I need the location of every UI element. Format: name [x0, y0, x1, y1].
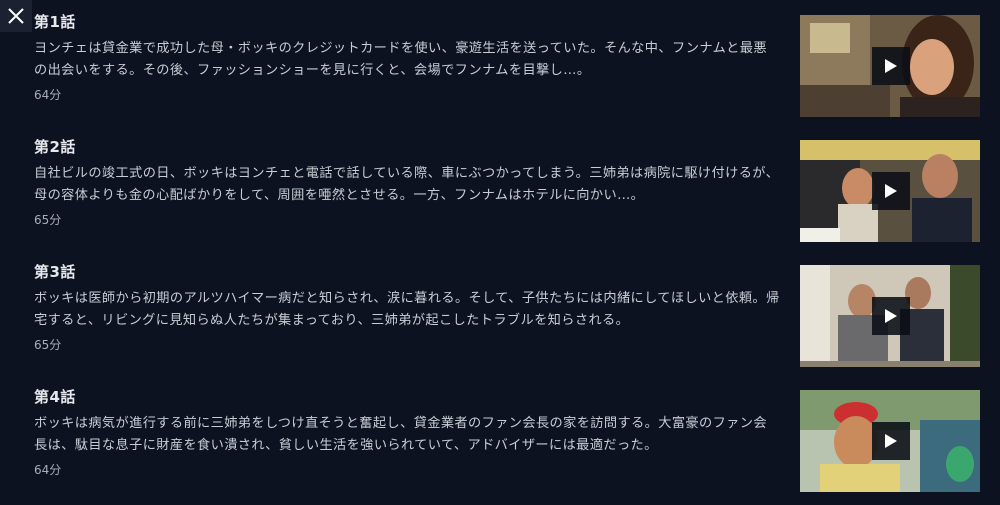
episode-item-2[interactable]: 第2話 自社ビルの竣工式の日、ボッキはヨンチェと電話で話している際、車にぶつかっ…: [0, 125, 1000, 250]
episode-item-3[interactable]: 第3話 ボッキは医師から初期のアルツハイマー病だと知らされ、涙に暮れる。そして、…: [0, 250, 1000, 375]
episode-title: 第3話: [34, 263, 76, 281]
episode-thumbnail-4[interactable]: [800, 390, 980, 492]
play-icon: [885, 59, 897, 73]
play-button[interactable]: [872, 172, 910, 210]
episode-thumbnail-1[interactable]: [800, 15, 980, 117]
play-button[interactable]: [872, 422, 910, 460]
episode-item-1[interactable]: 第1話 ヨンチェは貸金業で成功した母・ボッキのクレジットカードを使い、豪遊生活を…: [0, 0, 1000, 125]
play-icon: [885, 434, 897, 448]
episode-title: 第4話: [34, 388, 76, 406]
episode-thumbnail-3[interactable]: [800, 265, 980, 367]
play-icon: [885, 309, 897, 323]
close-button[interactable]: [0, 0, 32, 32]
episode-description: 自社ビルの竣工式の日、ボッキはヨンチェと電話で話している際、車にぶつかってしまう…: [34, 166, 780, 203]
episode-description: ヨンチェは貸金業で成功した母・ボッキのクレジットカードを使い、豪遊生活を送ってい…: [34, 41, 767, 78]
play-button[interactable]: [872, 297, 910, 335]
episode-duration: 65分: [34, 213, 62, 227]
episode-thumbnail-2[interactable]: [800, 140, 980, 242]
episode-title: 第1話: [34, 13, 76, 31]
episode-title: 第2話: [34, 138, 76, 156]
close-icon: [8, 8, 24, 24]
episode-panel: 第1話 ヨンチェは貸金業で成功した母・ボッキのクレジットカードを使い、豪遊生活を…: [0, 0, 1000, 505]
play-button[interactable]: [872, 47, 910, 85]
episode-description: ボッキは病気が進行する前に三姉弟をしつけ直そうと奮起し、貸金業者のファン会長の家…: [34, 416, 767, 453]
episode-duration: 65分: [34, 338, 62, 352]
episode-description: ボッキは医師から初期のアルツハイマー病だと知らされ、涙に暮れる。そして、子供たち…: [34, 291, 780, 328]
play-icon: [885, 184, 897, 198]
episode-duration: 64分: [34, 463, 62, 477]
episode-item-4[interactable]: 第4話 ボッキは病気が進行する前に三姉弟をしつけ直そうと奮起し、貸金業者のファン…: [0, 375, 1000, 500]
episode-duration: 64分: [34, 88, 62, 102]
